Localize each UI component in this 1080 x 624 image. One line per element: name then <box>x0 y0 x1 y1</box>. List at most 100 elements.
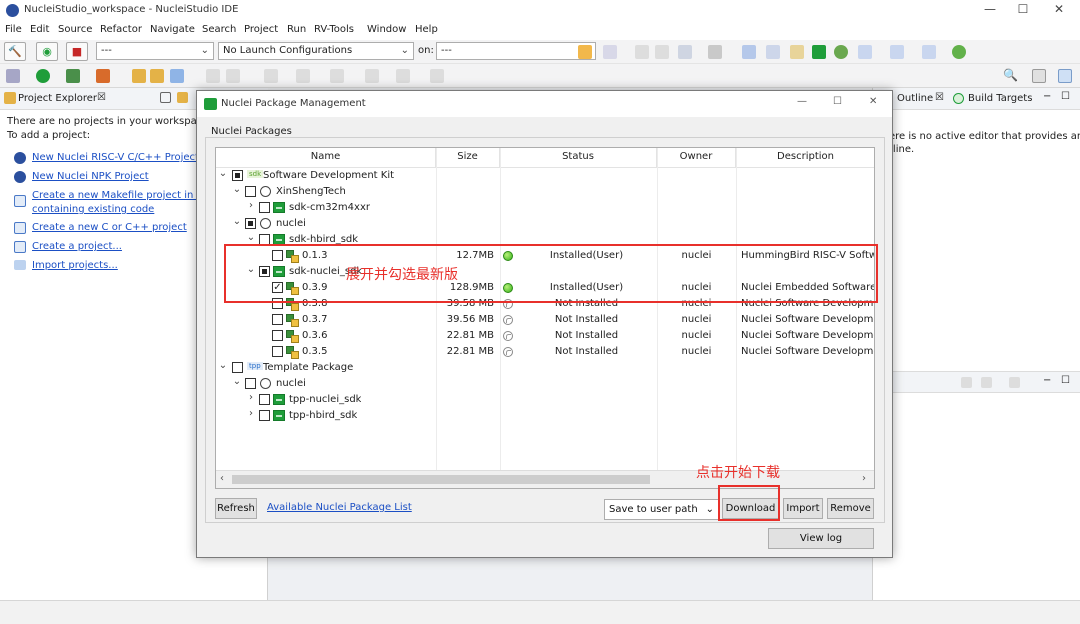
project-explorer-tab[interactable]: Project Explorer <box>18 93 97 104</box>
open-resource-icon[interactable] <box>922 45 936 59</box>
tools-icon[interactable] <box>790 45 804 59</box>
launch-stop-icon[interactable]: ■ <box>66 42 88 61</box>
launch-run-icon[interactable]: ◉ <box>36 42 58 61</box>
terminal-icon[interactable] <box>742 45 756 59</box>
row-checkbox[interactable] <box>272 346 283 357</box>
table-row[interactable]: 0.3.6 22.81 MB Not Installed nuclei Nucl… <box>216 328 874 344</box>
col-name[interactable]: Name <box>216 148 436 168</box>
table-row[interactable]: ⌄ sdk Software Development Kit <box>216 168 874 184</box>
remove-button[interactable]: Remove <box>827 498 874 519</box>
next-annotation-icon[interactable] <box>264 69 278 83</box>
existing-code-link[interactable]: containing existing code <box>32 204 154 215</box>
table-row[interactable]: › sdk-cm32m4xxr <box>216 200 874 216</box>
menu-source[interactable]: Source <box>58 24 92 35</box>
run-config-icon[interactable] <box>66 69 80 83</box>
back-icon[interactable] <box>365 69 379 83</box>
link-editor-icon[interactable] <box>177 92 188 103</box>
menu-search[interactable]: Search <box>202 24 236 35</box>
chevron-right-icon[interactable]: › <box>246 200 256 211</box>
row-checkbox[interactable] <box>272 330 283 341</box>
chevron-right-icon[interactable]: › <box>246 408 256 419</box>
close-tab-icon[interactable]: ☒ <box>97 92 106 103</box>
maximize-view-icon[interactable]: ☐ <box>1061 375 1070 386</box>
row-checkbox[interactable] <box>259 202 270 213</box>
import-button[interactable]: Import <box>783 498 823 519</box>
import-projects-link[interactable]: Import projects... <box>32 260 118 271</box>
row-checkbox[interactable] <box>272 314 283 325</box>
external-tools-icon[interactable] <box>952 45 966 59</box>
new-wizard-icon[interactable] <box>858 45 872 59</box>
maximize-button[interactable]: ☐ <box>1008 2 1038 20</box>
scrollbar-thumb[interactable] <box>232 475 650 484</box>
dialog-minimize-button[interactable]: — <box>797 96 807 107</box>
menu-rv-tools[interactable]: RV-Tools <box>314 24 354 35</box>
run-icon[interactable] <box>36 69 50 83</box>
globe-icon[interactable] <box>834 45 848 59</box>
open-folder-icon[interactable] <box>150 69 164 83</box>
minimize-button[interactable]: — <box>975 2 1005 20</box>
row-checkbox[interactable] <box>232 170 243 181</box>
col-description[interactable]: Description <box>736 148 874 168</box>
maximize-view-icon[interactable]: ☐ <box>1061 91 1070 102</box>
debug-icon[interactable] <box>678 45 692 59</box>
table-row[interactable]: ⌄ nuclei <box>216 216 874 232</box>
block-select-icon[interactable] <box>226 69 240 83</box>
build-tool-icon[interactable] <box>708 45 722 59</box>
table-row[interactable]: 0.3.5 22.81 MB Not Installed nuclei Nucl… <box>216 344 874 360</box>
menu-help[interactable]: Help <box>415 24 438 35</box>
row-checkbox[interactable] <box>259 394 270 405</box>
package-icon[interactable] <box>812 45 826 59</box>
open-task-icon[interactable] <box>430 69 444 83</box>
menu-project[interactable]: Project <box>244 24 278 35</box>
settings-gear-icon[interactable] <box>578 45 592 59</box>
table-row[interactable]: ⌄ tpp Template Package <box>216 360 874 376</box>
launch-mode-select[interactable]: --- ⌄ <box>96 42 214 60</box>
dialog-maximize-button[interactable]: ☐ <box>833 96 842 107</box>
menu-run[interactable]: Run <box>287 24 306 35</box>
new-console-icon[interactable] <box>1009 377 1020 388</box>
minimize-view-icon[interactable]: − <box>1043 375 1051 386</box>
build-hammer-icon[interactable]: 🔨 <box>4 42 26 61</box>
menu-window[interactable]: Window <box>367 24 406 35</box>
new-makefile-project-link[interactable]: Create a new Makefile project in a d <box>32 190 212 201</box>
save-all-icon[interactable] <box>655 45 669 59</box>
new-c-project-link[interactable]: Create a new C or C++ project <box>32 222 187 233</box>
menu-edit[interactable]: Edit <box>30 24 49 35</box>
chevron-down-icon[interactable]: ⌄ <box>232 216 242 227</box>
save-icon[interactable] <box>635 45 649 59</box>
row-checkbox[interactable] <box>245 186 256 197</box>
collapse-all-icon[interactable] <box>160 92 171 103</box>
col-status[interactable]: Status <box>500 148 657 168</box>
chevron-down-icon[interactable]: ⌄ <box>232 184 242 195</box>
new-riscv-project-link[interactable]: New Nuclei RISC-V C/C++ Project <box>32 152 199 163</box>
chevron-down-icon[interactable]: ⌄ <box>246 232 256 243</box>
last-edit-icon[interactable] <box>330 69 344 83</box>
table-row[interactable]: ⌄ XinShengTech <box>216 184 874 200</box>
view-log-button[interactable]: View log <box>768 528 874 549</box>
table-row[interactable]: › tpp-nuclei_sdk <box>216 392 874 408</box>
chevron-right-icon[interactable]: › <box>246 392 256 403</box>
view-toolbar-icon[interactable] <box>961 377 972 388</box>
row-checkbox[interactable] <box>245 218 256 229</box>
menu-file[interactable]: File <box>5 24 22 35</box>
menu-refactor[interactable]: Refactor <box>100 24 142 35</box>
close-tab-icon[interactable]: ☒ <box>935 92 944 103</box>
pin-icon[interactable] <box>170 69 184 83</box>
folder-icon[interactable] <box>132 69 146 83</box>
toggle-mark-icon[interactable] <box>206 69 220 83</box>
table-row[interactable]: › tpp-hbird_sdk <box>216 408 874 424</box>
row-checkbox[interactable] <box>245 378 256 389</box>
forward-icon[interactable] <box>396 69 410 83</box>
search-toolbar-icon[interactable] <box>766 45 780 59</box>
close-window-button[interactable]: ✕ <box>1044 2 1074 20</box>
minimize-view-icon[interactable]: − <box>1043 91 1051 102</box>
chevron-down-icon[interactable]: ⌄ <box>218 360 228 371</box>
scroll-left-icon[interactable]: ‹ <box>220 473 224 484</box>
chevron-down-icon[interactable]: ⌄ <box>232 376 242 387</box>
new-file-icon[interactable] <box>603 45 617 59</box>
outline-tab[interactable]: Outline <box>897 93 933 104</box>
col-owner[interactable]: Owner <box>657 148 736 168</box>
table-row[interactable]: ⌄ nuclei <box>216 376 874 392</box>
scroll-right-icon[interactable]: › <box>862 473 866 484</box>
dialog-close-button[interactable]: ✕ <box>869 96 877 107</box>
